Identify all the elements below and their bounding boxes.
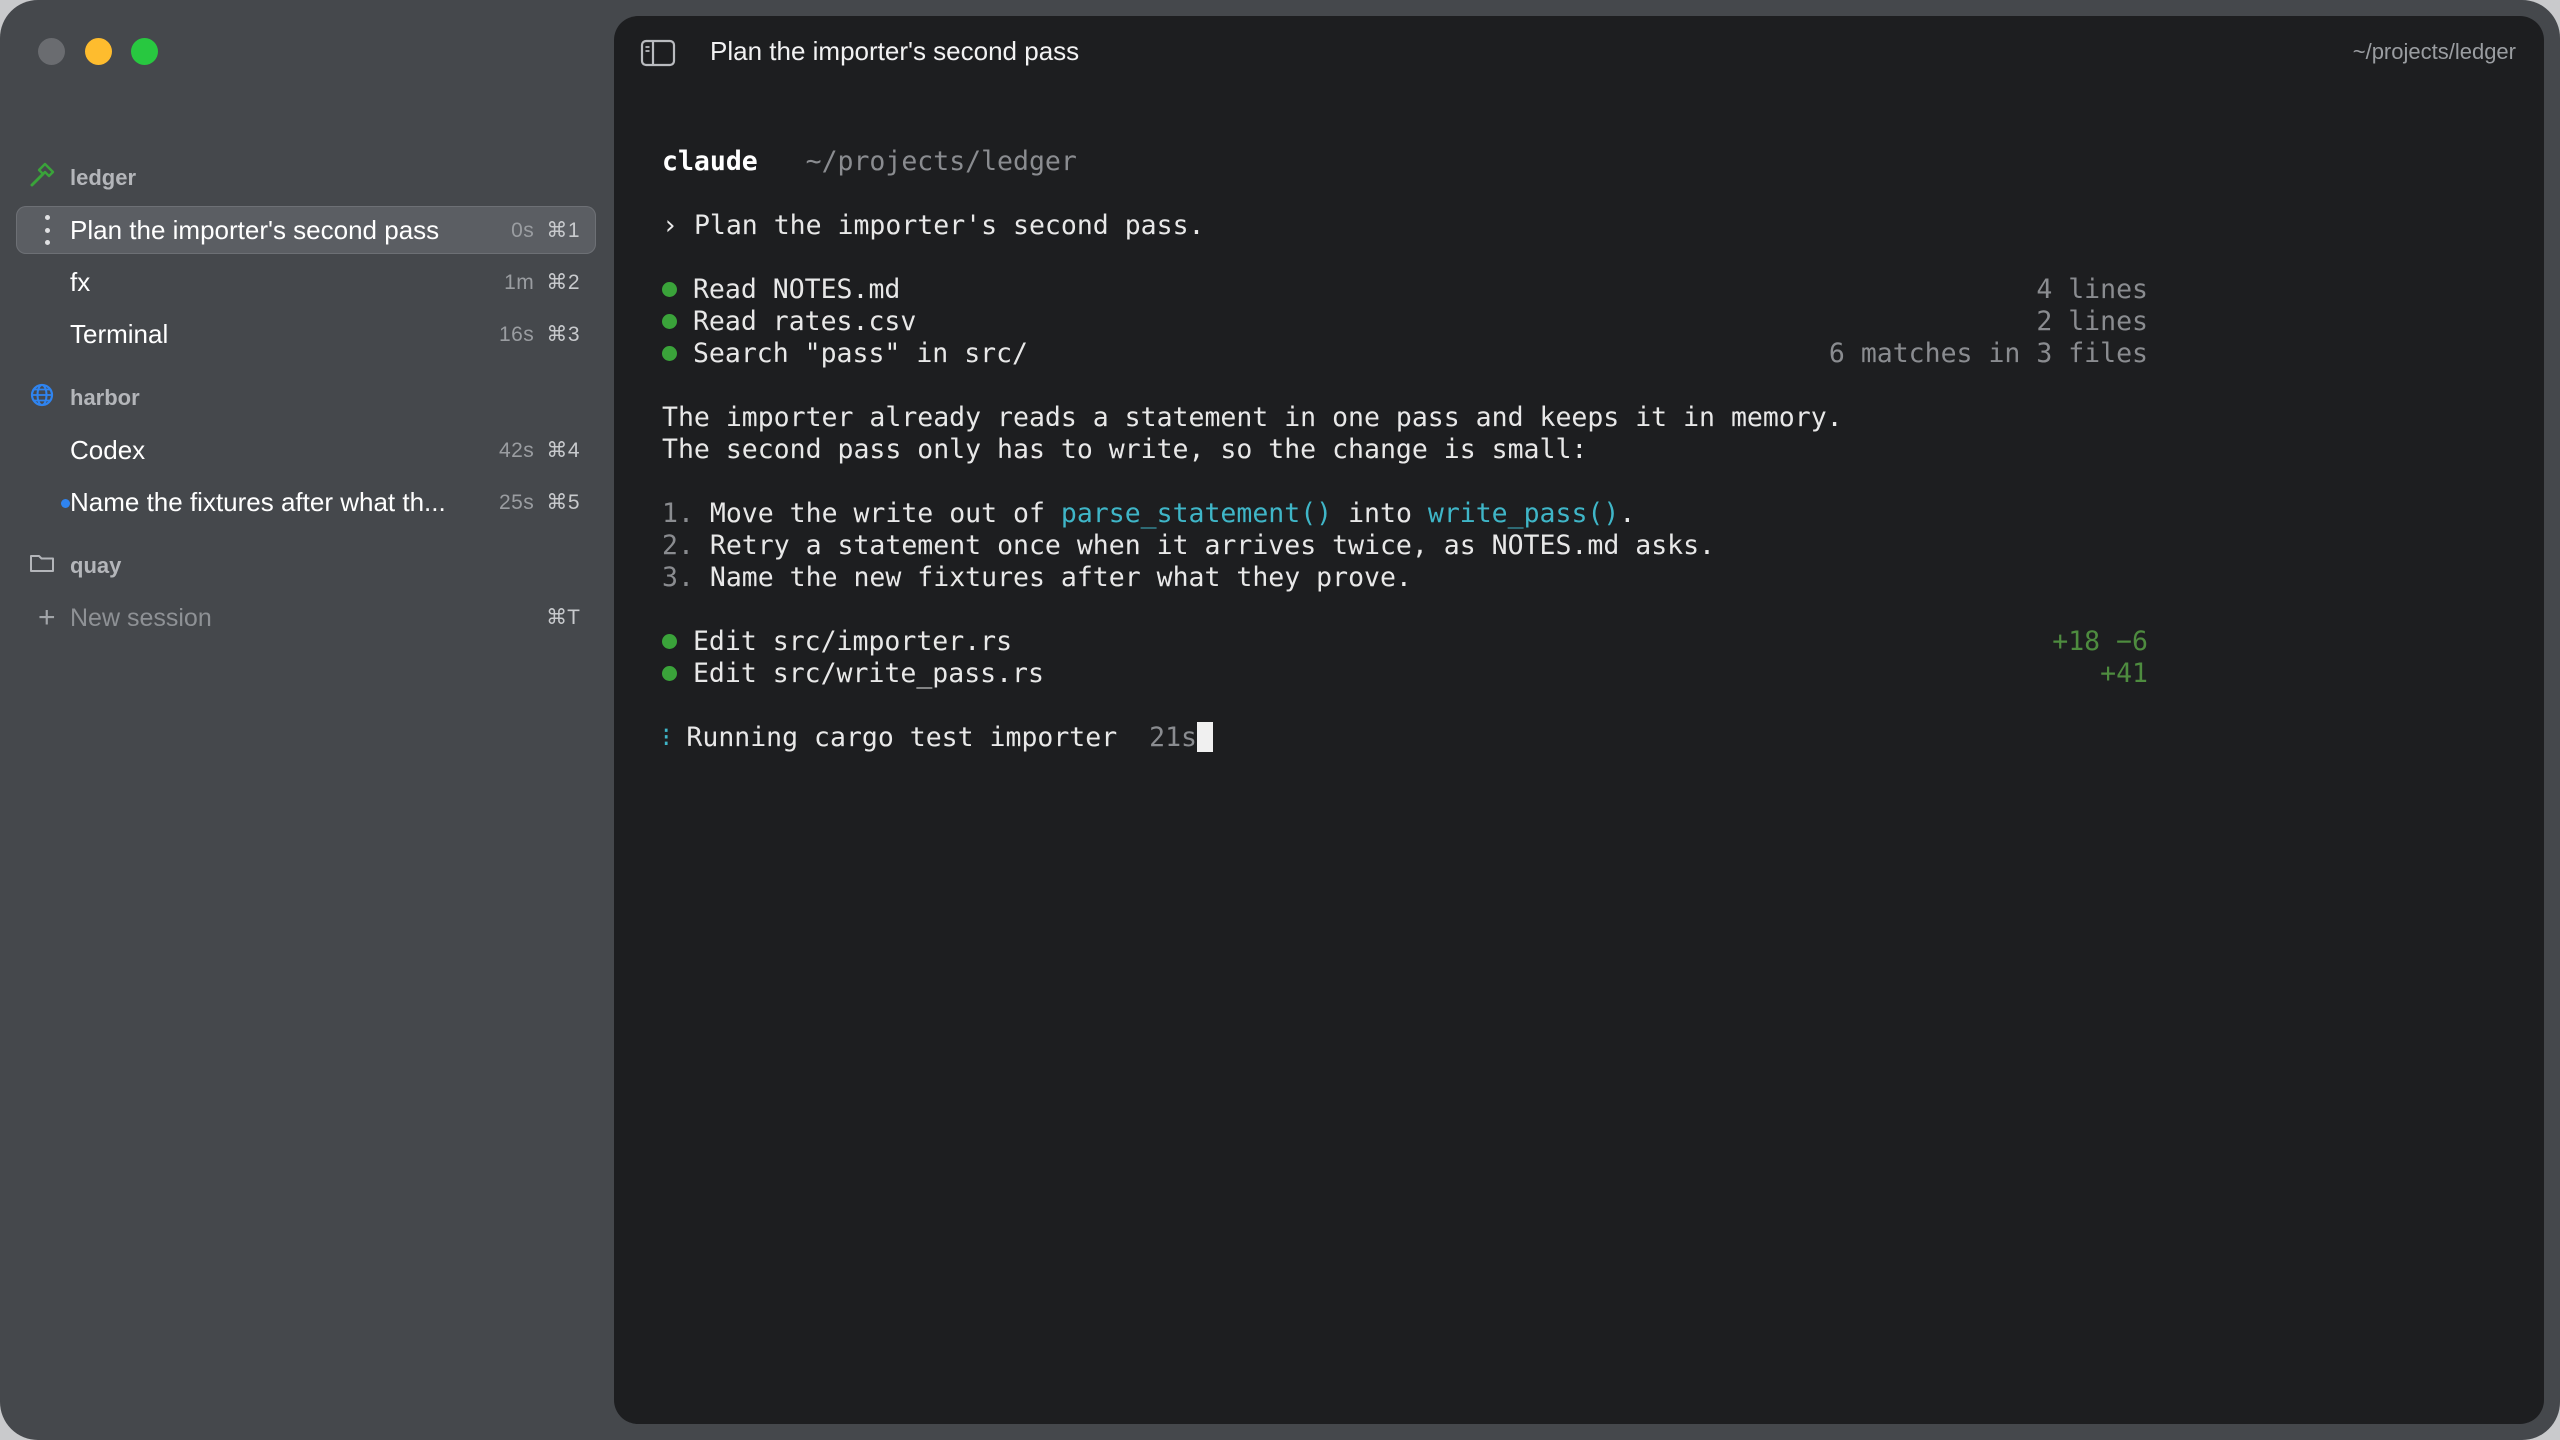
app-window: ledger Plan the importer's second pass 0…: [0, 0, 2560, 1440]
tool-call-result: 6 matches in 3 files: [1828, 338, 2148, 369]
session-shortcut: ⌘1: [546, 218, 580, 242]
terminal-app-name: claude: [662, 146, 758, 177]
running-status: ⁝ Running cargo test importer 21s: [662, 721, 2148, 754]
session-time: 16s: [498, 322, 535, 346]
tool-call-result: 2 lines: [2036, 306, 2148, 337]
session-shortcut: ⌘4: [546, 438, 580, 462]
status-dot-icon: [662, 313, 677, 329]
session-meta: 1m ⌘2: [504, 270, 580, 295]
terminal-header-path: ~/projects/ledger: [805, 146, 1077, 177]
session-label: Name the fixtures after what th...: [70, 486, 446, 517]
edit-text: Edit src/write_pass.rs: [692, 658, 1044, 689]
running-elapsed: 21s: [1149, 722, 1197, 753]
step-text: into: [1332, 498, 1428, 529]
inline-code: parse_statement(): [1060, 498, 1333, 529]
panel-title: Plan the importer's second pass: [710, 36, 1080, 66]
response-text: The importer already reads a statement i…: [662, 402, 1843, 433]
globe-icon: [28, 381, 56, 415]
session-item-plan-importer[interactable]: Plan the importer's second pass 0s ⌘1: [16, 206, 596, 254]
terminal-header: claude ~/projects/ledger: [662, 146, 2148, 178]
session-label: fx: [70, 266, 91, 297]
status-dot-icon: [662, 633, 677, 649]
session-meta: 16s ⌘3: [499, 322, 580, 347]
group-label: quay: [70, 553, 122, 578]
new-session-button[interactable]: + New session ⌘T: [16, 598, 596, 638]
session-label: Terminal: [70, 318, 169, 349]
step-number: 1.: [662, 498, 694, 529]
session-meta: 25s ⌘5: [499, 490, 580, 515]
sidebar: ledger Plan the importer's second pass 0…: [0, 0, 612, 1440]
terminal-output[interactable]: claude ~/projects/ledger › Plan the impo…: [662, 146, 2148, 754]
edit-text: Edit src/importer.rs: [692, 626, 1013, 657]
group-label: harbor: [70, 385, 140, 410]
step-text: Name the new fixtures after what they pr…: [709, 562, 1412, 593]
session-shortcut: ⌘3: [546, 322, 580, 346]
prompt-text: Plan the importer's second pass.: [693, 210, 1205, 241]
spinner-icon: ⁝: [662, 722, 671, 753]
tool-call-text: Search "pass" in src/: [692, 338, 1029, 369]
session-item-name-fixtures[interactable]: Name the fixtures after what th... 25s ⌘5: [16, 478, 596, 526]
unread-indicator: [61, 499, 70, 508]
new-session-label: New session: [70, 604, 212, 632]
status-dot-icon: [662, 665, 677, 681]
user-prompt: › Plan the importer's second pass.: [662, 210, 2148, 242]
tool-call-row: Read rates.csv 2 lines: [662, 306, 2148, 338]
session-meta: 42s ⌘4: [499, 438, 580, 463]
step-text: .: [1619, 498, 1636, 529]
sidebar-toggle-icon[interactable]: [640, 38, 676, 68]
session-time: 25s: [498, 490, 535, 514]
session-shortcut: ⌘2: [546, 270, 580, 294]
plan-step: 2. Retry a statement once when it arrive…: [662, 530, 2148, 562]
response-text: The second pass only has to write, so th…: [662, 434, 1588, 465]
tool-call-text: Read rates.csv: [692, 306, 917, 337]
group-header-harbor[interactable]: harbor: [28, 380, 140, 416]
panel-titlebar: Plan the importer's second pass ~/projec…: [614, 16, 2544, 88]
session-time: 1m: [504, 270, 535, 294]
tool-call-row: Read NOTES.md 4 lines: [662, 274, 2148, 306]
panel-path: ~/projects/ledger: [2352, 39, 2516, 64]
tool-call-result: 4 lines: [2036, 274, 2148, 305]
new-session-shortcut: ⌘T: [546, 606, 580, 629]
session-item-terminal[interactable]: Terminal 16s ⌘3: [16, 310, 596, 358]
step-text: Retry a statement once when it arrives t…: [709, 530, 1716, 561]
terminal-panel: Plan the importer's second pass ~/projec…: [614, 16, 2544, 1424]
edit-diff-stat: +18 −6: [2052, 626, 2148, 657]
inline-code: write_pass(): [1427, 498, 1620, 529]
plan-step: 3. Name the new fixtures after what they…: [662, 562, 2148, 594]
session-meta: 0s ⌘1: [511, 218, 580, 243]
status-dot-icon: [662, 281, 677, 297]
session-label: Codex: [70, 434, 146, 465]
step-number: 2.: [662, 530, 694, 561]
session-shortcut: ⌘5: [546, 490, 580, 514]
hammer-icon: [28, 161, 56, 195]
session-time: 42s: [498, 438, 535, 462]
text-cursor: [1196, 721, 1213, 752]
plan-step: 1. Move the write out of parse_statement…: [662, 498, 2148, 530]
prompt-marker-icon: ›: [662, 210, 678, 241]
running-text: Running cargo test importer: [686, 722, 1118, 753]
session-item-codex[interactable]: Codex 42s ⌘4: [16, 426, 596, 474]
tool-call-row: Search "pass" in src/6 matches in 3 file…: [662, 338, 2148, 370]
session-item-fx[interactable]: fx 1m ⌘2: [16, 258, 596, 306]
edit-row: Edit src/write_pass.rs +41: [662, 658, 2148, 690]
folder-icon: [28, 549, 56, 583]
group-header-ledger[interactable]: ledger: [28, 160, 136, 196]
group-header-quay[interactable]: quay: [28, 548, 121, 584]
session-label: Plan the importer's second pass: [70, 214, 440, 245]
group-label: ledger: [70, 165, 137, 190]
step-number: 3.: [662, 562, 694, 593]
step-text: Move the write out of: [709, 498, 1061, 529]
drag-handle-icon[interactable]: [44, 215, 50, 245]
tool-call-text: Read NOTES.md: [692, 274, 901, 305]
edit-row: Edit src/importer.rs +18 −6: [662, 626, 2148, 658]
status-dot-icon: [662, 345, 677, 361]
edit-diff-stat: +41: [2100, 658, 2148, 689]
session-time: 0s: [511, 218, 535, 242]
plus-icon: +: [38, 601, 56, 634]
